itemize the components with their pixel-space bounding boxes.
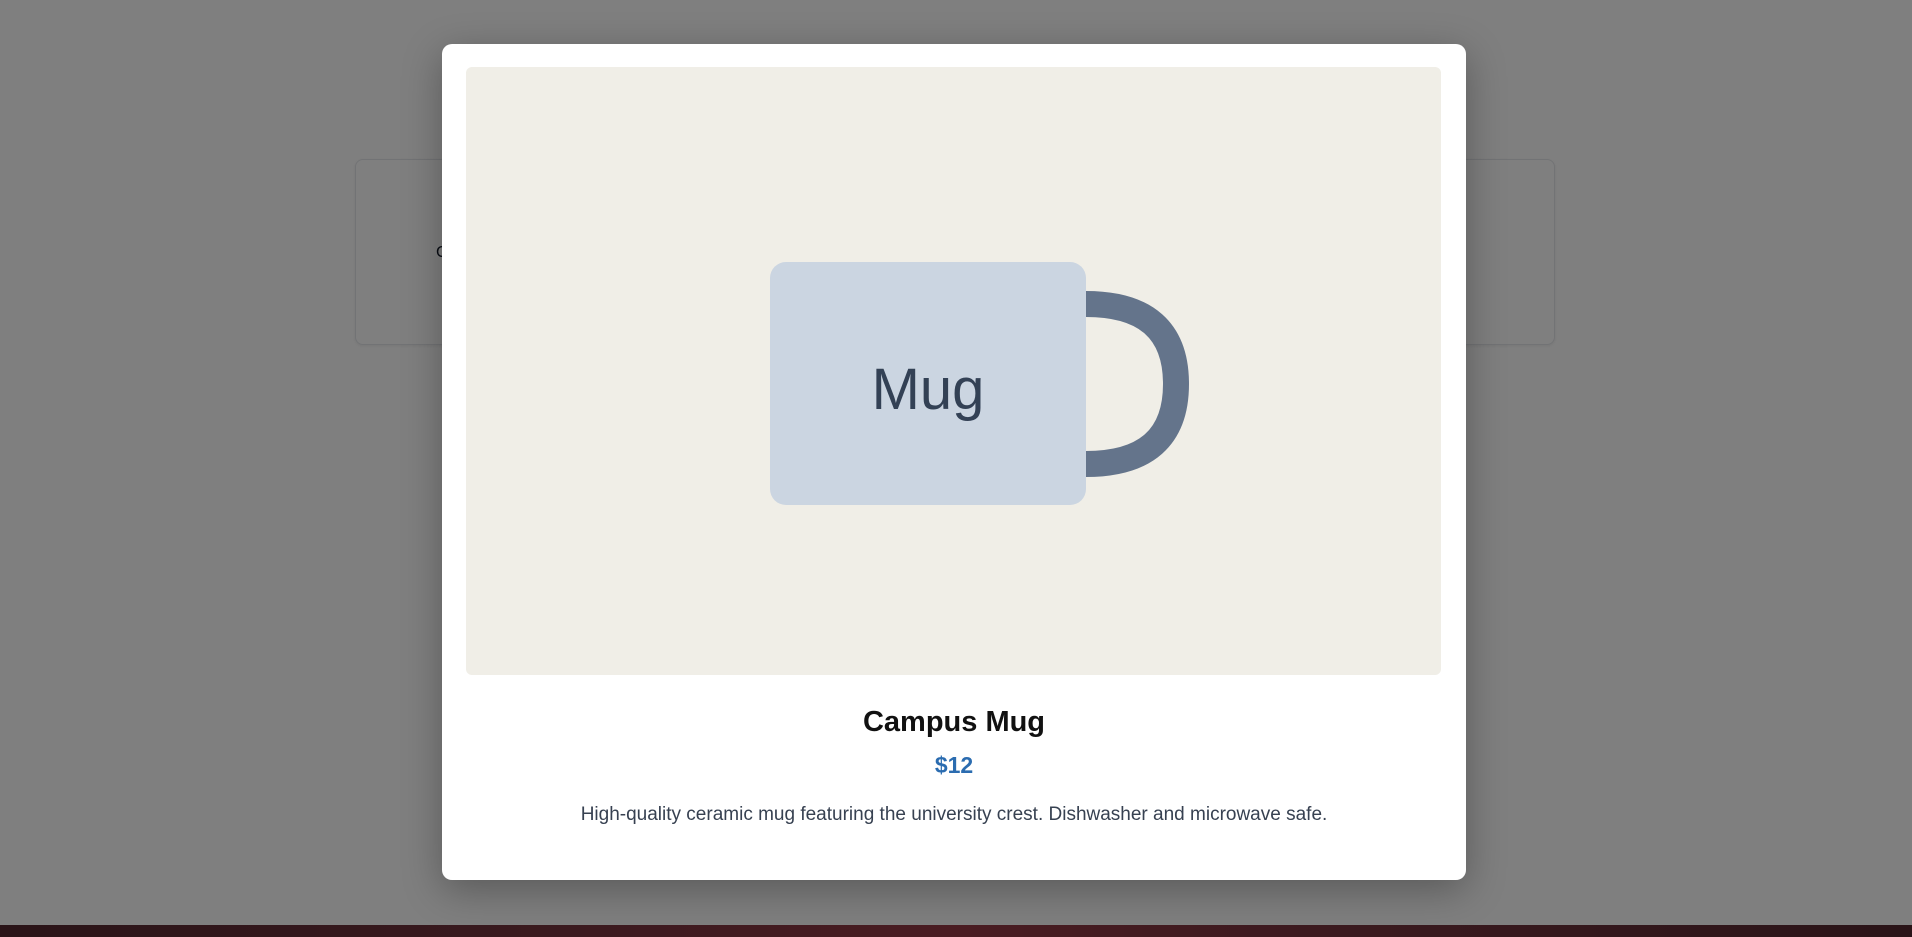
mug-label: Mug (872, 357, 985, 422)
product-description: High-quality ceramic mug featuring the u… (580, 804, 1328, 825)
product-modal: Mug Campus Mug $12 High-quality ceramic … (442, 44, 1466, 880)
mug-illustration: Mug (770, 262, 1190, 505)
product-image: Mug (466, 67, 1441, 675)
taskbar (0, 925, 1912, 937)
product-name: Campus Mug (862, 706, 1046, 738)
product-price: $12 (934, 752, 974, 778)
mug-handle (1085, 291, 1190, 477)
